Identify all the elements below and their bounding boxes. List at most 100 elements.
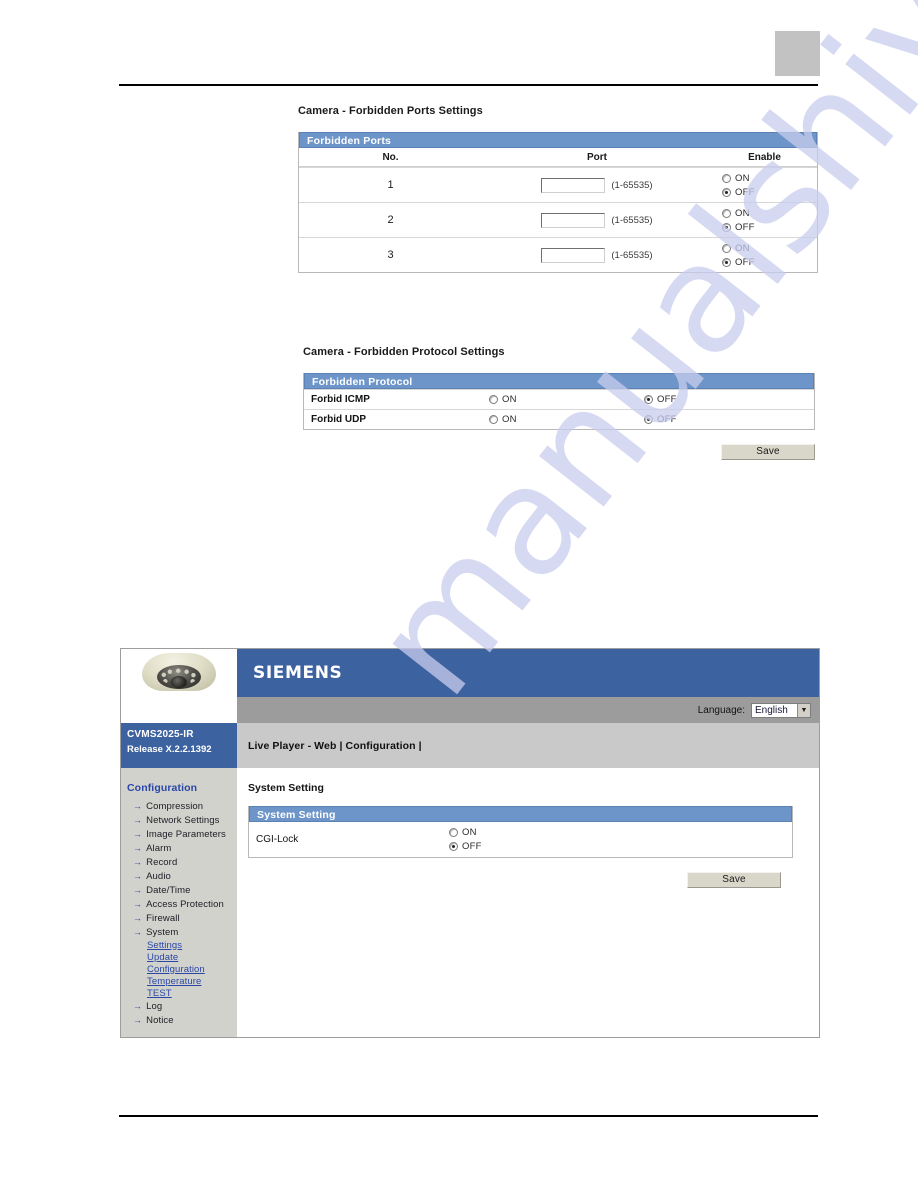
arrow-right-icon: → xyxy=(133,1000,143,1011)
port-cell: (1-65535) xyxy=(482,177,712,193)
radio-icon[interactable] xyxy=(644,395,653,404)
port-cell: (1-65535) xyxy=(482,247,712,263)
model-info: CVMS2025-IR Release X.2.2.1392 xyxy=(121,723,237,768)
column-header-no: No. xyxy=(382,151,399,163)
radio-icon[interactable] xyxy=(449,828,458,837)
radio-on-label: ON xyxy=(502,394,517,405)
camera-web-ui-screenshot: SIEMENS Language: English ▼ CVMS2025-IR … xyxy=(120,648,820,1038)
sidebar-item-image-parameters[interactable]: → Image Parameters xyxy=(127,827,237,841)
arrow-right-icon: → xyxy=(133,828,143,839)
radio-udp-on[interactable]: ON xyxy=(489,413,644,427)
sidebar-item-audio[interactable]: → Audio xyxy=(127,869,237,883)
port-range-hint: (1-65535) xyxy=(611,249,653,261)
sidebar-item-compression[interactable]: → Compression xyxy=(127,799,237,813)
port-cell: (1-65535) xyxy=(482,212,712,228)
radio-on-row2[interactable]: ON xyxy=(722,206,817,220)
radio-icon[interactable] xyxy=(722,187,731,197)
radio-off-label: OFF xyxy=(657,414,677,425)
radio-icon[interactable] xyxy=(722,243,731,253)
sidebar-item-date-time[interactable]: → Date/Time xyxy=(127,883,237,897)
radio-icon[interactable] xyxy=(722,222,731,232)
forbidden-protocol-table: Forbidden Protocol Forbid ICMP ON OFF Fo… xyxy=(303,373,815,430)
enable-cell: ON OFF xyxy=(712,241,817,269)
radio-udp-off[interactable]: OFF xyxy=(644,413,804,427)
forbidden-ports-caption: Camera - Forbidden Ports Settings xyxy=(298,105,483,117)
port-input[interactable] xyxy=(541,212,606,228)
radio-icmp-on[interactable]: ON xyxy=(489,393,644,407)
language-select[interactable]: English ▼ xyxy=(751,702,811,718)
radio-on-label: ON xyxy=(462,827,477,838)
port-input[interactable] xyxy=(541,177,606,193)
sidebar-subitem-temperature[interactable]: Temperature xyxy=(127,975,237,987)
sidebar-item-label: Log xyxy=(146,1000,163,1012)
port-row-number: 3 xyxy=(387,249,394,261)
radio-cgilock-off[interactable]: OFF xyxy=(449,840,792,854)
sidebar-item-record[interactable]: → Record xyxy=(127,855,237,869)
table-row: Forbid ICMP ON OFF xyxy=(304,389,814,409)
forbidden-protocol-table-title: Forbidden Protocol xyxy=(304,373,814,389)
sidebar-item-firewall[interactable]: → Firewall xyxy=(127,911,237,925)
radio-icon[interactable] xyxy=(722,173,731,183)
setting-name: CGI-Lock xyxy=(256,834,299,845)
sidebar-item-label: Access Protection xyxy=(146,898,224,910)
radio-icmp-off[interactable]: OFF xyxy=(644,393,804,407)
save-button-system[interactable]: Save xyxy=(687,872,781,888)
sidebar-item-log[interactable]: → Log xyxy=(127,999,237,1013)
chevron-down-icon[interactable]: ▼ xyxy=(797,703,810,717)
sidebar-item-notice[interactable]: → Notice xyxy=(127,1013,237,1027)
enable-cell: ON OFF xyxy=(712,171,817,199)
sidebar-item-access-protection[interactable]: → Access Protection xyxy=(127,897,237,911)
browser-top-band: SIEMENS xyxy=(121,649,819,697)
sidebar-item-network-settings[interactable]: → Network Settings xyxy=(127,813,237,827)
table-row: 1 (1-65535) ON OFF xyxy=(299,167,817,202)
sidebar-item-label: Firewall xyxy=(146,912,180,924)
enable-cell: ON OFF xyxy=(712,206,817,234)
radio-icon[interactable] xyxy=(644,415,653,424)
column-header-enable: Enable xyxy=(748,151,781,163)
sidebar-subitem-test[interactable]: TEST xyxy=(127,987,237,999)
table-row: Forbid UDP ON OFF xyxy=(304,409,814,429)
radio-icon[interactable] xyxy=(449,842,458,851)
radio-cgilock-on[interactable]: ON xyxy=(449,826,792,840)
radio-off-row1[interactable]: OFF xyxy=(722,185,817,199)
arrow-right-icon: → xyxy=(133,856,143,867)
sidebar-item-alarm[interactable]: → Alarm xyxy=(127,841,237,855)
arrow-right-icon: → xyxy=(133,800,143,811)
top-navigation-bar[interactable]: Live Player - Web | Configuration | xyxy=(237,723,819,768)
radio-off-row3[interactable]: OFF xyxy=(722,255,817,269)
page-title: System Setting xyxy=(248,782,324,794)
language-label: Language: xyxy=(697,704,745,716)
radio-icon[interactable] xyxy=(722,257,731,267)
radio-on-row3[interactable]: ON xyxy=(722,241,817,255)
siemens-logo: SIEMENS xyxy=(253,663,343,683)
setting-control: ON OFF xyxy=(449,826,792,854)
sidebar-item-system[interactable]: → System xyxy=(127,925,237,939)
port-range-hint: (1-65535) xyxy=(611,214,653,226)
radio-on-label: ON xyxy=(735,207,750,219)
sidebar-subitem-configuration[interactable]: Configuration xyxy=(127,963,237,975)
manual-page: Camera - Forbidden Ports Settings Forbid… xyxy=(0,0,918,1188)
port-input[interactable] xyxy=(541,247,606,263)
forbidden-ports-table-title: Forbidden Ports xyxy=(299,132,817,148)
model-release: Release X.2.2.1392 xyxy=(127,744,212,755)
radio-on-label: ON xyxy=(735,172,750,184)
sidebar-item-label: Image Parameters xyxy=(146,828,226,840)
radio-icon[interactable] xyxy=(722,208,731,218)
radio-on-row1[interactable]: ON xyxy=(722,171,817,185)
port-row-number: 2 xyxy=(387,214,394,226)
radio-icon[interactable] xyxy=(489,415,498,424)
nav-links[interactable]: Live Player - Web | Configuration | xyxy=(248,740,422,752)
forbidden-ports-column-headers: No. Port Enable xyxy=(299,148,817,167)
sidebar-title: Configuration xyxy=(127,782,198,794)
language-value: English xyxy=(755,704,788,716)
protocol-name: Forbid UDP xyxy=(311,414,366,425)
sidebar-subitem-update[interactable]: Update xyxy=(127,951,237,963)
radio-icon[interactable] xyxy=(489,395,498,404)
save-button-protocol[interactable]: Save xyxy=(721,444,815,460)
sidebar-item-label: System xyxy=(146,926,179,938)
forbidden-protocol-caption: Camera - Forbidden Protocol Settings xyxy=(303,346,505,358)
radio-off-row2[interactable]: OFF xyxy=(722,220,817,234)
footer-rule xyxy=(119,1115,818,1117)
sidebar-item-label: Audio xyxy=(146,870,171,882)
sidebar-subitem-settings[interactable]: Settings xyxy=(127,939,237,951)
